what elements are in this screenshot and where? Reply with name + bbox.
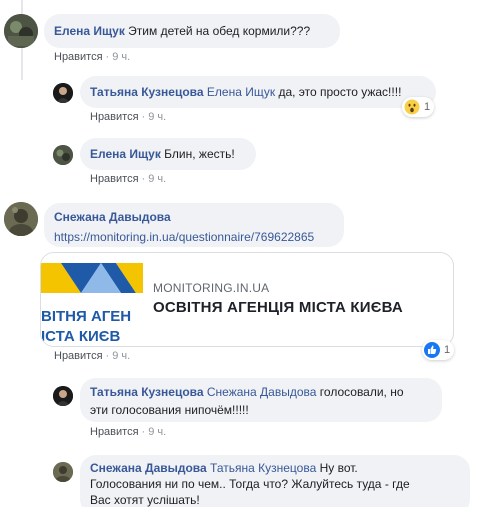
- like-link[interactable]: Нравится: [90, 173, 139, 185]
- link-preview-card[interactable]: ВІТНЯ АГЕН ІСТА КИЄВ MONITORING.IN.UA ОС…: [40, 252, 454, 347]
- comment-time[interactable]: 9 ч.: [148, 426, 166, 438]
- avatar[interactable]: [4, 14, 38, 48]
- like-thumb-icon: [424, 342, 440, 358]
- comment-author[interactable]: Елена Ищук: [54, 24, 125, 38]
- comment-bubble: Снежана Давыдова https://monitoring.in.u…: [44, 203, 344, 247]
- comment-bubble: Снежана Давыдова Татьяна Кузнецова Ну во…: [80, 455, 470, 507]
- comment-actions: Нравится · 9 ч.: [90, 111, 167, 123]
- agency-logo-icon: ВІТНЯ АГЕН ІСТА КИЄВ: [41, 253, 143, 346]
- mention-link[interactable]: Татьяна Кузнецова: [210, 461, 316, 475]
- comment-time[interactable]: 9 ч.: [112, 350, 130, 362]
- avatar-photo-icon: [53, 386, 73, 406]
- comment-author[interactable]: Елена Ищук: [90, 147, 161, 161]
- comment-time[interactable]: 9 ч.: [112, 51, 130, 63]
- comment-actions: Нравится · 9 ч.: [90, 426, 167, 438]
- reaction-badge[interactable]: 1: [402, 97, 435, 117]
- comment-author[interactable]: Снежана Давыдова: [54, 210, 171, 224]
- logo-line-1: ВІТНЯ АГЕН: [41, 308, 131, 325]
- comment-author[interactable]: Снежана Давыдова: [90, 461, 207, 475]
- link-preview-title[interactable]: ОСВІТНЯ АГЕНЦІЯ МІСТА КИЄВА: [153, 299, 403, 316]
- like-link[interactable]: Нравится: [90, 426, 139, 438]
- comment-text: Этим детей на обед кормили???: [128, 24, 311, 38]
- comment-bubble: Татьяна Кузнецова Снежана Давыдова голос…: [80, 378, 442, 422]
- comment-time[interactable]: 9 ч.: [148, 111, 166, 123]
- comment-actions: Нравится · 9 ч.: [90, 173, 167, 185]
- mention-link[interactable]: Снежана Давыдова: [207, 385, 317, 399]
- comment-bubble: Татьяна Кузнецова Елена Ищук да, это про…: [80, 76, 436, 108]
- avatar[interactable]: [53, 83, 73, 103]
- comment-text: Ну вот.: [319, 461, 358, 475]
- comment-author[interactable]: Татьяна Кузнецова: [90, 385, 204, 399]
- comment-text: Блин, жесть!: [164, 147, 235, 161]
- logo-line-2: ІСТА КИЄВ: [41, 328, 120, 345]
- comment-time[interactable]: 9 ч.: [148, 173, 166, 185]
- comment-text: Голосования ни по чем.. Тогда что? Жалуй…: [90, 477, 410, 491]
- avatar[interactable]: [53, 462, 73, 482]
- comment-actions: Нравится · 9 ч.: [54, 350, 131, 362]
- comment-text: Вас хотят услішать!: [90, 493, 200, 507]
- link-preview-domain: MONITORING.IN.UA: [153, 281, 270, 295]
- avatar-photo-icon: [53, 83, 73, 103]
- like-link[interactable]: Нравится: [90, 111, 139, 123]
- avatar-photo-icon: [53, 145, 73, 165]
- like-link[interactable]: Нравится: [54, 350, 103, 362]
- comment-text: эти голосования нипочём!!!!!: [90, 403, 249, 417]
- avatar-photo-icon: [4, 202, 38, 236]
- comment-bubble: Елена Ищук Блин, жесть!: [80, 138, 256, 170]
- comment-text: голосовали, но: [319, 385, 404, 399]
- reaction-count: 1: [424, 101, 431, 113]
- comment-link[interactable]: https://monitoring.in.ua/questionnaire/7…: [54, 230, 314, 244]
- comment-author[interactable]: Татьяна Кузнецова: [90, 85, 204, 99]
- avatar[interactable]: [53, 145, 73, 165]
- like-link[interactable]: Нравится: [54, 51, 103, 63]
- avatar[interactable]: [53, 386, 73, 406]
- comment-bubble: Елена Ищук Этим детей на обед кормили???: [44, 14, 340, 48]
- comment-text: да, это просто ужас!!!!: [278, 85, 402, 99]
- avatar-photo-icon: [4, 14, 38, 48]
- mention-link[interactable]: Елена Ищук: [207, 85, 275, 99]
- avatar-photo-icon: [53, 462, 73, 482]
- reaction-badge[interactable]: 1: [422, 340, 455, 360]
- comment-actions: Нравится · 9 ч.: [54, 51, 131, 63]
- link-preview-image: ВІТНЯ АГЕН ІСТА КИЄВ: [41, 253, 143, 346]
- reaction-count: 1: [444, 344, 451, 356]
- avatar[interactable]: [4, 202, 38, 236]
- wow-emoji-icon: [404, 99, 420, 115]
